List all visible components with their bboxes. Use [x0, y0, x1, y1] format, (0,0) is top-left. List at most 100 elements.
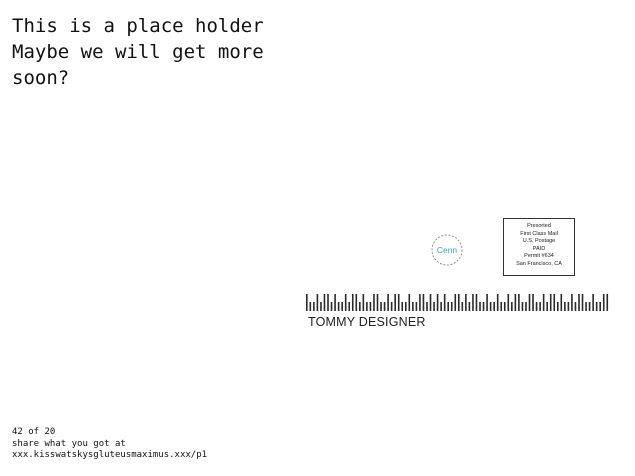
barcode-bar — [539, 302, 541, 311]
barcode-bar — [486, 294, 488, 311]
barcode-bar — [503, 302, 506, 311]
barcode-bar — [344, 294, 347, 311]
cenn-logo-icon: Cenn — [431, 234, 463, 266]
barcode-bar — [528, 294, 531, 311]
postage-line-3: U.S. Postage — [522, 238, 556, 245]
barcode-bar — [337, 302, 340, 311]
barcode-bar — [306, 294, 308, 311]
postage-line-5: Permit #634 — [524, 253, 554, 260]
barcode-bar — [313, 302, 315, 311]
barcode-bar — [546, 302, 548, 311]
barcode-bar — [334, 294, 336, 311]
barcode-bar — [320, 302, 322, 311]
barcode-bar — [553, 294, 556, 311]
postage-indicia: Presorted First Class Mail U.S. Postage … — [503, 218, 575, 276]
barcode-bar — [330, 302, 333, 311]
barcode-bar — [387, 294, 389, 311]
page-counter: 42 of 20 — [12, 427, 56, 437]
barcode-bar — [376, 294, 379, 311]
barcode-bar — [472, 294, 474, 311]
barcode-bar — [408, 294, 411, 311]
barcode-bar — [415, 302, 418, 311]
headline-line-2: Maybe we will get more — [12, 41, 264, 63]
barcode-bar — [422, 294, 425, 311]
barcode-bar — [588, 302, 591, 311]
barcode-bar — [532, 294, 534, 311]
postage-line-2: First Class Mail — [520, 230, 558, 237]
barcode-bar — [475, 294, 478, 311]
barcode-bar — [518, 294, 520, 311]
barcode-bar — [362, 294, 365, 311]
barcode-bar — [465, 294, 467, 311]
barcode-bar — [461, 302, 464, 311]
barcode-bar — [316, 294, 319, 311]
barcode-bar — [351, 294, 354, 311]
barcode-bar — [348, 302, 351, 311]
barcode-bar — [511, 302, 513, 311]
barcode-bar — [355, 294, 358, 311]
barcode-bar — [440, 302, 442, 311]
headline-line-3: soon? — [12, 67, 70, 89]
postage-line-4: PAID — [532, 245, 546, 252]
barcode-bar — [564, 302, 566, 311]
barcode-bar — [560, 294, 563, 311]
cenn-logo-text: Cenn — [437, 245, 458, 255]
barcode-bar — [578, 294, 580, 311]
barcode-bar — [433, 302, 435, 311]
barcode-bar — [341, 302, 343, 311]
barcode-bar — [521, 302, 524, 311]
barcode-bar — [489, 302, 492, 311]
barcode-bar — [450, 302, 453, 311]
barcode-bar — [482, 302, 485, 311]
barcode-bar — [429, 294, 432, 311]
barcode-bar — [426, 302, 428, 311]
barcode-bar — [327, 294, 329, 311]
barcode-bar — [549, 294, 552, 311]
headline-line-1: This is a place holder — [12, 15, 264, 37]
barcode-bar — [404, 302, 407, 311]
barcode-bar — [359, 302, 361, 311]
barcode-bar — [397, 294, 400, 311]
barcode-bar — [447, 302, 449, 311]
barcode-bar — [366, 302, 368, 311]
barcode-bar — [602, 294, 605, 311]
share-url[interactable]: xxx.kisswatskysgluteusmaximus.xxx/p1 — [12, 450, 207, 462]
barcode-bar — [373, 294, 375, 311]
barcode-bar — [574, 302, 577, 311]
postage-line-1: Presorted — [527, 223, 551, 229]
barcode-bar — [479, 302, 481, 311]
barcode-bar — [309, 302, 312, 311]
barcode-bar — [567, 302, 570, 311]
barcode-bar — [443, 294, 446, 311]
barcode-bar — [380, 302, 382, 311]
barcode-bar — [535, 302, 538, 311]
barcode-bar — [500, 302, 503, 311]
barcode-bar — [458, 294, 460, 311]
headline: This is a place holder Maybe we will get… — [12, 13, 312, 91]
barcode-bar — [394, 294, 396, 311]
barcode-bar — [556, 302, 559, 311]
barcode-bar — [468, 302, 471, 311]
barcode-bar — [493, 302, 495, 311]
barcode-bar — [369, 302, 372, 311]
barcode-bar — [401, 302, 404, 311]
share-text: share what you got at — [12, 438, 126, 449]
barcode-bar — [383, 302, 386, 311]
barcode-bar — [323, 294, 326, 311]
barcode-bar — [454, 294, 457, 311]
barcode-bar — [514, 294, 517, 311]
barcode-bar — [419, 294, 421, 311]
barcode-bar — [542, 294, 545, 311]
barcode-bar — [592, 294, 594, 311]
barcode-bar — [496, 294, 499, 311]
barcode-bar — [525, 302, 527, 311]
barcode-bar — [585, 302, 587, 311]
barcode-bar — [571, 294, 573, 311]
barcode-bar — [412, 302, 414, 311]
postage-line-6: San Francisco, CA — [516, 260, 562, 267]
footer: 42 of 20 share what you got at xxx.kissw… — [12, 427, 207, 462]
barcode-bar — [595, 302, 598, 311]
barcode-bar — [436, 294, 439, 311]
barcode-bar — [599, 302, 601, 311]
barcode-bar — [390, 302, 393, 311]
